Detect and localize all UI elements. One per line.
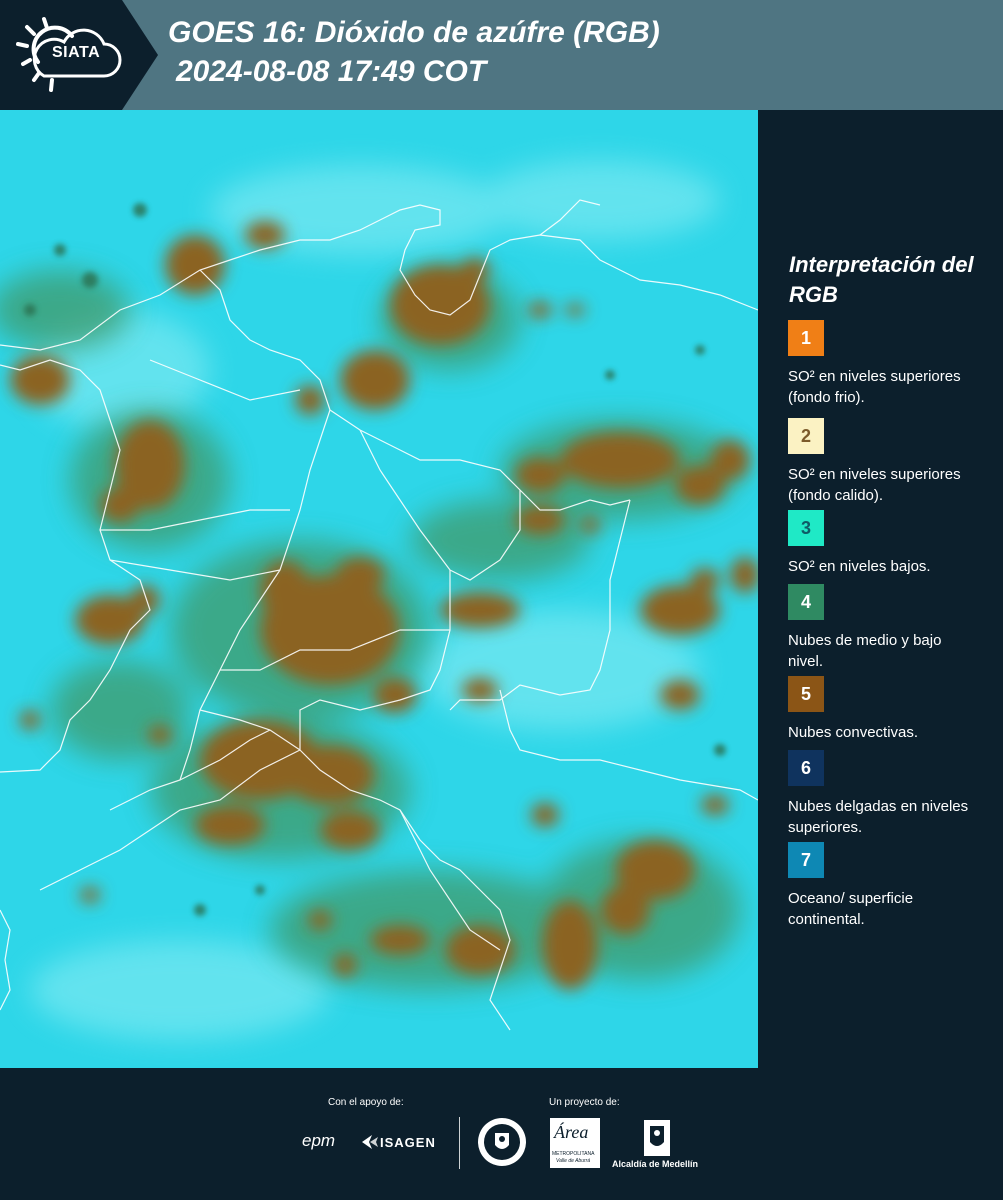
alcaldia-logo[interactable]: Alcaldía de Medellín [612, 1159, 698, 1169]
legend-swatch-6: 6 [788, 750, 824, 786]
legend-label-3: SO² en niveles bajos. [788, 558, 931, 575]
epm-logo[interactable]: epm [302, 1131, 335, 1151]
legend-swatch-1: 1 [788, 320, 824, 356]
area-logo-text: Área [554, 1122, 589, 1142]
isagen-logo[interactable]: ISAGEN [380, 1135, 436, 1150]
legend-item-5: 5 Nubes convectivas. [788, 676, 988, 743]
satellite-image [0, 110, 758, 1068]
legend-label-7: Oceano/ superficie continental. [788, 890, 914, 928]
area-logo-sub2: Valle de Aburrá [556, 1158, 591, 1164]
legend-label-2: SO² en niveles superiores (fondo calido)… [788, 466, 961, 504]
isagen-arrow-icon [362, 1135, 378, 1149]
legend-swatch-7: 7 [788, 842, 824, 878]
siata-logo-text: SIATA [52, 44, 101, 61]
header-bar: SIATA GOES 16: Dióxido de azúfre (RGB) 2… [0, 0, 1003, 110]
legend-swatch-5: 5 [788, 676, 824, 712]
legend-panel: Interpretación del RGB 1 SO² en niveles … [758, 110, 1003, 1068]
legend-swatch-4: 4 [788, 584, 824, 620]
area-metropolitana-logo[interactable]: Área METROPOLITANA Valle de Aburrá [550, 1118, 600, 1168]
medellin-seal-icon[interactable] [477, 1117, 527, 1167]
legend-label-6: Nubes delgadas en niveles superiores. [788, 798, 969, 836]
support-label: Con el apoyo de: [328, 1097, 404, 1108]
legend-label-4: Nubes de medio y bajo nivel. [788, 632, 942, 670]
footer-divider [459, 1117, 460, 1169]
legend-title: Interpretación del RGB [789, 252, 974, 307]
legend-swatch-2: 2 [788, 418, 824, 454]
legend-label-5: Nubes convectivas. [788, 724, 919, 741]
legend-item-7: 7 Oceano/ superficie continental. [788, 842, 988, 930]
alcaldia-emblem-icon [644, 1120, 670, 1156]
map-timestamp: 2024-08-08 17:49 COT [176, 55, 487, 88]
legend-item-1: 1 SO² en niveles superiores (fondo frio)… [788, 320, 988, 408]
legend-item-4: 4 Nubes de medio y bajo nivel. [788, 584, 988, 672]
legend-swatch-3: 3 [788, 510, 824, 546]
legend-label-1: SO² en niveles superiores (fondo frio). [788, 368, 961, 406]
map-title: GOES 16: Dióxido de azúfre (RGB) [168, 16, 660, 49]
siata-logo: SIATA [0, 0, 158, 110]
legend-item-6: 6 Nubes delgadas en niveles superiores. [788, 750, 988, 838]
area-logo-sub: METROPOLITANA [552, 1151, 595, 1157]
satellite-map[interactable] [0, 110, 758, 1068]
legend-item-2: 2 SO² en niveles superiores (fondo calid… [788, 418, 988, 506]
project-label: Un proyecto de: [549, 1097, 620, 1108]
legend-item-3: 3 SO² en niveles bajos. [788, 510, 988, 577]
